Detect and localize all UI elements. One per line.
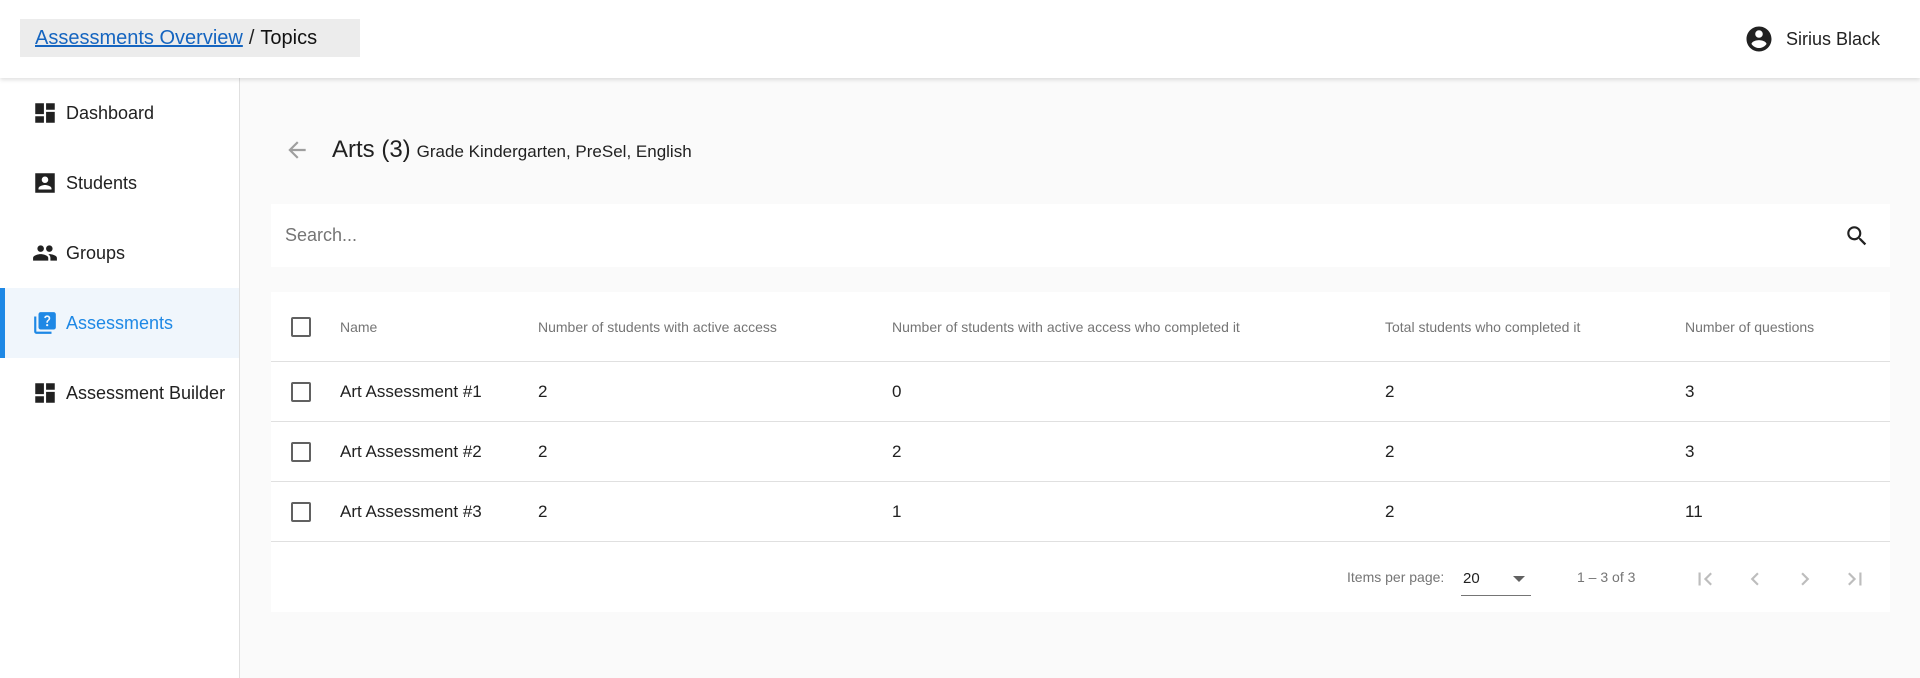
cell-total-completed: 2 bbox=[1385, 381, 1395, 401]
back-button[interactable] bbox=[280, 133, 314, 167]
user-menu[interactable]: Sirius Black bbox=[1744, 24, 1880, 54]
previous-page-button[interactable] bbox=[1738, 562, 1772, 596]
dashboard-icon bbox=[35, 103, 55, 123]
chevron-right-icon bbox=[1801, 572, 1810, 586]
row-select-cell bbox=[291, 422, 311, 481]
header-select-cell bbox=[291, 292, 311, 361]
sidebar-item-assessments[interactable]: Assessments bbox=[0, 288, 239, 358]
page-range-label: 1 – 3 of 3 bbox=[1577, 569, 1636, 585]
breadcrumb-separator: / bbox=[248, 26, 255, 49]
row-select-cell bbox=[291, 482, 311, 541]
cell-active-access: 2 bbox=[538, 441, 548, 461]
next-page-button[interactable] bbox=[1788, 562, 1822, 596]
cell-total-completed: 2 bbox=[1385, 441, 1395, 461]
row-checkbox[interactable] bbox=[291, 381, 311, 402]
arrow-back-icon bbox=[288, 141, 306, 159]
sidebar-item-label: Students bbox=[66, 172, 138, 193]
people-icon bbox=[33, 245, 57, 261]
search-input[interactable] bbox=[285, 225, 1844, 246]
account-circle-icon bbox=[1746, 26, 1772, 52]
last-page-button[interactable] bbox=[1838, 562, 1872, 596]
table-row[interactable]: Art Assessment #2 2 2 2 3 bbox=[271, 422, 1890, 482]
cell-active-completed: 1 bbox=[892, 501, 902, 521]
table-row[interactable]: Art Assessment #1 2 0 2 3 bbox=[271, 362, 1890, 422]
sidebar-item-assessment-builder[interactable]: Assessment Builder bbox=[0, 358, 239, 428]
page-title-row: Arts (3) Grade Kindergarten, PreSel, Eng… bbox=[280, 130, 692, 170]
cell-name: Art Assessment #1 bbox=[340, 381, 482, 401]
column-header-name[interactable]: Name bbox=[340, 292, 377, 361]
breadcrumb-current: Topics bbox=[260, 26, 318, 49]
paginator: Items per page: 20 1 – 3 of 3 bbox=[271, 542, 1890, 612]
breadcrumb-link-assessments-overview[interactable]: Assessments Overview bbox=[35, 27, 243, 50]
search-icon[interactable] bbox=[1844, 223, 1870, 249]
cell-name: Art Assessment #2 bbox=[340, 441, 482, 461]
page-title: Arts (3) bbox=[332, 136, 411, 163]
sidebar-item-label: Assessment Builder bbox=[66, 382, 226, 403]
top-header: Assessments Overview / Topics Sirius Bla… bbox=[0, 0, 1920, 78]
table-row[interactable]: Art Assessment #3 2 1 2 11 bbox=[271, 482, 1890, 542]
column-header-total-completed[interactable]: Total students who completed it bbox=[1385, 292, 1580, 361]
sidebar-item-label: Dashboard bbox=[66, 102, 155, 123]
search-bar bbox=[271, 204, 1890, 267]
dropdown-caret-icon bbox=[1513, 575, 1525, 582]
user-name: Sirius Black bbox=[1785, 28, 1880, 49]
page-subtitle: Grade Kindergarten, PreSel, English bbox=[416, 141, 692, 161]
quiz-icon bbox=[34, 312, 56, 334]
cell-questions: 3 bbox=[1685, 441, 1695, 461]
first-page-icon bbox=[1698, 572, 1712, 586]
cell-name: Art Assessment #3 bbox=[340, 501, 482, 521]
cell-active-completed: 2 bbox=[892, 441, 902, 461]
select-all-checkbox[interactable] bbox=[291, 316, 311, 337]
chevron-left-icon bbox=[1750, 572, 1759, 586]
column-header-questions[interactable]: Number of questions bbox=[1685, 292, 1814, 361]
sidebar-item-dashboard[interactable]: Dashboard bbox=[0, 78, 239, 148]
sidebar-item-students[interactable]: Students bbox=[0, 148, 239, 218]
breadcrumb: Assessments Overview / Topics bbox=[20, 19, 360, 57]
cell-active-access: 2 bbox=[538, 501, 548, 521]
sidebar-item-groups[interactable]: Groups bbox=[0, 218, 239, 288]
sidebar-item-label: Assessments bbox=[66, 312, 174, 333]
column-header-active-access[interactable]: Number of students with active access bbox=[538, 292, 777, 361]
assessments-table: Name Number of students with active acce… bbox=[271, 292, 1890, 612]
cell-total-completed: 2 bbox=[1385, 501, 1395, 521]
cell-questions: 11 bbox=[1685, 501, 1703, 521]
items-per-page-label: Items per page: bbox=[1347, 569, 1445, 585]
last-page-icon bbox=[1848, 572, 1862, 586]
dashboard-icon bbox=[35, 383, 55, 403]
items-per-page-value: 20 bbox=[1463, 570, 1480, 587]
row-checkbox[interactable] bbox=[291, 501, 311, 522]
items-per-page-select[interactable]: 20 bbox=[1461, 562, 1531, 596]
contact-card-icon bbox=[35, 173, 55, 193]
row-select-cell bbox=[291, 362, 311, 421]
table-header-row: Name Number of students with active acce… bbox=[271, 292, 1890, 362]
sidebar-item-label: Groups bbox=[66, 242, 126, 263]
sidebar: Dashboard Students Groups Assessments As… bbox=[0, 78, 240, 678]
first-page-button[interactable] bbox=[1688, 562, 1722, 596]
cell-questions: 3 bbox=[1685, 381, 1695, 401]
column-header-active-completed[interactable]: Number of students with active access wh… bbox=[892, 292, 1240, 361]
row-checkbox[interactable] bbox=[291, 441, 311, 462]
cell-active-access: 2 bbox=[538, 381, 548, 401]
cell-active-completed: 0 bbox=[892, 381, 902, 401]
